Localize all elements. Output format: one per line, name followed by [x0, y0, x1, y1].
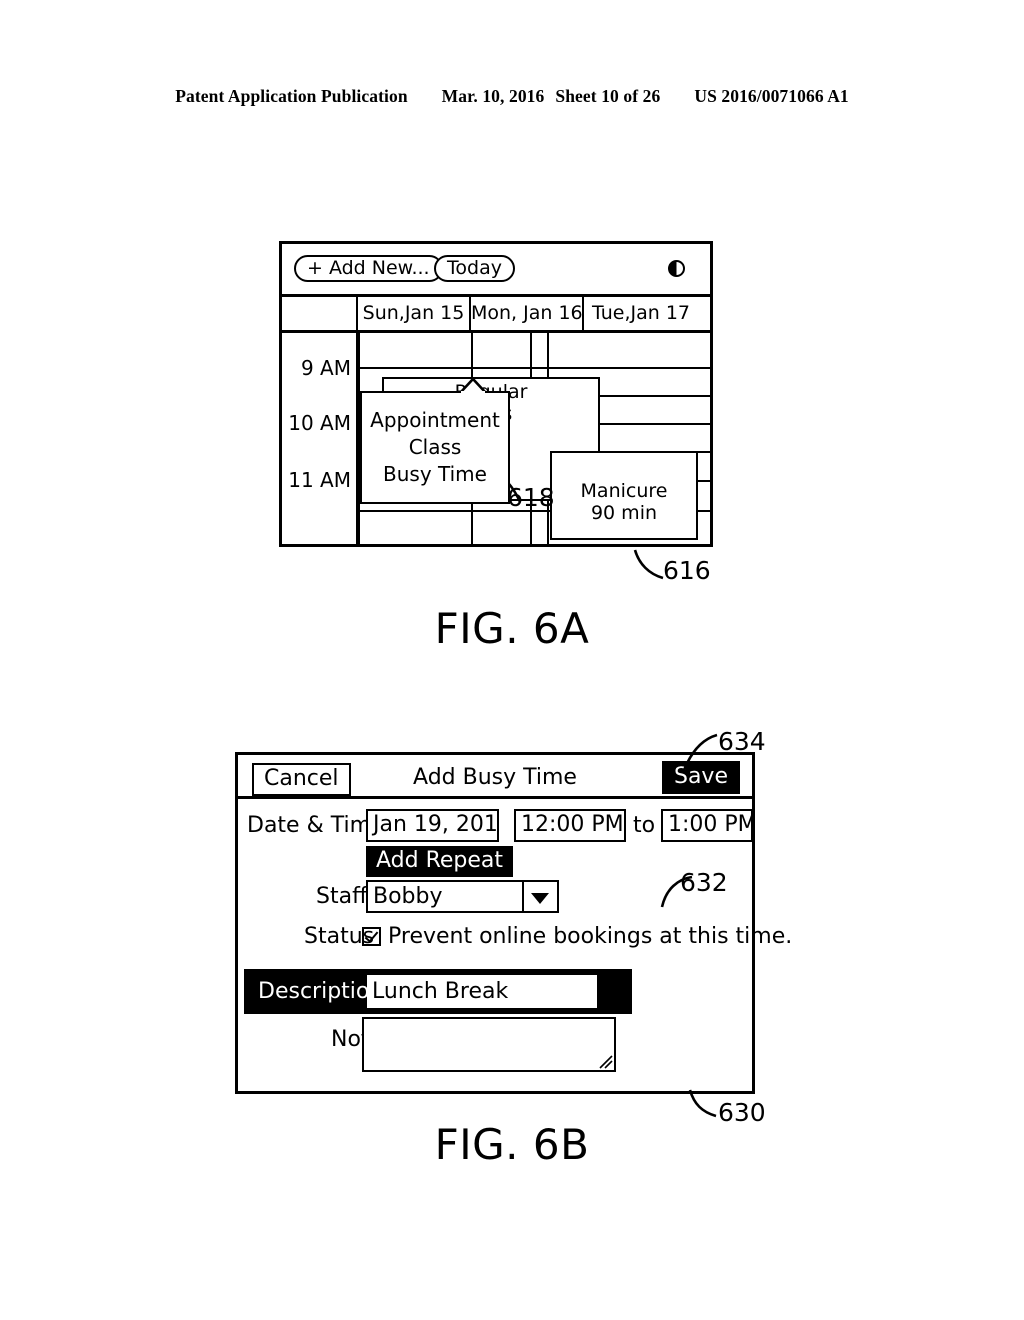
date-field[interactable]: Jan 19, 2012 [366, 809, 499, 842]
description-field[interactable]: Lunch Break [367, 975, 597, 1008]
form-body: Date & Time Jan 19, 2012 12:00 PM to 1:0… [238, 799, 792, 1092]
appointment-block-manicure[interactable]: Manicure 90 min [550, 451, 698, 540]
leader-line-634 [681, 733, 718, 774]
popup-pointer [460, 379, 486, 393]
day-header-monday[interactable]: Mon, Jan 16 [471, 297, 584, 330]
today-button[interactable]: Today [434, 255, 515, 282]
time-label-10am: 10 AM [288, 411, 351, 435]
ref-number-632: 632 [680, 868, 728, 897]
chevron-down-icon[interactable] [522, 882, 557, 911]
calendar-grid-body: 9 AM 10 AM 11 AM ( Regular Cuts Manicure… [282, 333, 710, 544]
patent-running-head: Patent Application Publication Mar. 10, 2… [0, 86, 1024, 107]
date-time-label: Date & Time [247, 813, 385, 838]
add-new-button[interactable]: + Add New... [294, 255, 443, 282]
notes-textarea[interactable] [362, 1017, 616, 1072]
sheet-number: Sheet 10 of 26 [555, 86, 661, 106]
add-repeat-button[interactable]: Add Repeat [366, 846, 514, 877]
calendar-toolbar: + Add New... Today [282, 244, 710, 297]
staff-label: Staff [316, 884, 368, 909]
ref-number-618: 618 [507, 483, 555, 512]
grid-line-hour [358, 367, 710, 369]
resize-grip-icon[interactable] [599, 1055, 613, 1069]
ref-number-616: 616 [663, 556, 711, 585]
publication-label: Patent Application Publication [175, 86, 408, 106]
day-header-sunday[interactable]: Sun,Jan 15 [358, 297, 471, 330]
calendar-window: + Add New... Today Sun,Jan 15 Mon, Jan 1… [279, 241, 713, 547]
calendar-day-header-row: Sun,Jan 15 Mon, Jan 16 Tue,Jan 17 [282, 297, 710, 333]
figure-caption-6a: FIG. 6A [434, 604, 590, 653]
appointment-title: Manicure [580, 480, 668, 502]
appointment-subtitle: 90 min [590, 502, 658, 524]
to-label: to [633, 813, 656, 838]
time-column-header [282, 297, 358, 330]
time-gutter: 9 AM 10 AM 11 AM [282, 333, 358, 544]
popup-menu-item-appointment[interactable]: Appointment [362, 407, 508, 434]
staff-selected-value: Bobby [373, 884, 443, 909]
staff-select[interactable]: Bobby [366, 880, 559, 913]
publication-date: Mar. 10, 2016 [441, 86, 545, 106]
description-label: Description [258, 979, 384, 1004]
end-time-field[interactable]: 1:00 PM [661, 809, 753, 842]
figure-caption-6b: FIG. 6B [434, 1120, 590, 1169]
ref-number-634: 634 [718, 727, 766, 756]
prevent-bookings-checkbox[interactable] [362, 927, 381, 946]
day-header-tuesday[interactable]: Tue,Jan 17 [584, 297, 698, 330]
prevent-bookings-label: Prevent online bookings at this time. [388, 924, 793, 949]
patent-number: US 2016/0071066 A1 [694, 86, 849, 106]
time-label-11am: 11 AM [288, 468, 351, 492]
time-label-9am: 9 AM [300, 356, 351, 380]
description-row: Description Lunch Break [244, 969, 632, 1014]
start-time-field[interactable]: 12:00 PM [514, 809, 626, 842]
popup-menu-item-class[interactable]: Class [362, 434, 508, 461]
new-item-popup-menu[interactable]: Appointment Class Busy Time [360, 391, 510, 504]
contrast-icon[interactable] [668, 260, 685, 277]
add-busy-time-form: Cancel Add Busy Time Save Date & Time Ja… [235, 752, 792, 1094]
popup-menu-item-busy-time[interactable]: Busy Time [362, 461, 508, 488]
